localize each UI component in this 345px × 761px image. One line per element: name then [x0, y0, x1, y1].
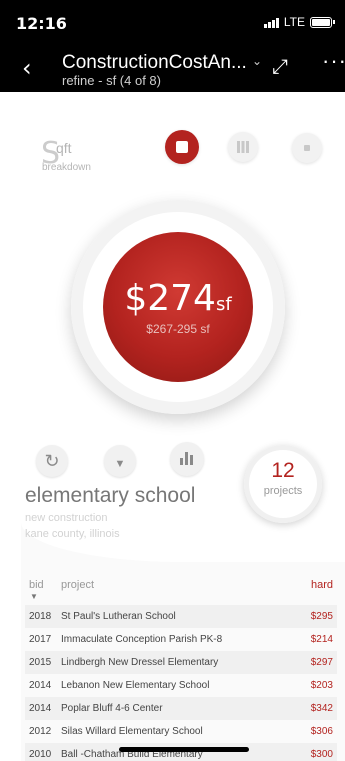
cost-price: $274	[124, 278, 216, 319]
status-time: 12:16	[16, 14, 67, 33]
logo-superscript: qft	[56, 140, 72, 156]
location: kane county, illinois	[25, 528, 120, 540]
table-row[interactable]: 2014 Lebanon New Elementary School $203	[25, 674, 337, 697]
status-bar: 12:16 LTE	[0, 0, 345, 44]
app-canvas: S qft breakdown $274sf $267-295 sf ↻ ▼ 1…	[21, 92, 345, 761]
sort-down-icon[interactable]: ▼	[30, 592, 38, 601]
expand-arrows-icon[interactable]: ⤢	[272, 54, 288, 78]
col-project[interactable]: project	[61, 579, 94, 591]
bar-chart-icon	[180, 452, 194, 465]
row-hard: $342	[310, 703, 333, 714]
report-title[interactable]: ConstructionCostAn...	[62, 52, 252, 74]
building-type: elementary school	[25, 484, 196, 507]
row-year: 2014	[29, 703, 52, 714]
row-project: Poplar Bluff 4-6 Center	[61, 703, 163, 714]
stop-square-icon	[176, 141, 188, 153]
row-year: 2018	[29, 611, 52, 622]
refresh-button[interactable]: ↻	[36, 445, 68, 477]
sqft-logo: S qft breakdown	[41, 136, 91, 173]
cost-range: $267-295 sf	[146, 322, 210, 336]
view-single-button[interactable]	[165, 130, 199, 164]
cost-gauge: $274sf $267-295 sf	[71, 200, 285, 414]
row-hard: $300	[310, 749, 333, 760]
row-year: 2012	[29, 726, 52, 737]
table-row[interactable]: 2010 Ball -Chatham Build Elementary $300	[25, 743, 337, 761]
projects-table: bid ▼ project hard 2018 St Paul's Luthera…	[25, 571, 337, 761]
network-label: LTE	[283, 15, 305, 29]
row-year: 2014	[29, 680, 52, 691]
row-hard: $203	[310, 680, 333, 691]
table-row[interactable]: 2012 Silas Willard Elementary School $306	[25, 720, 337, 743]
location-button[interactable]: ▼	[104, 445, 136, 477]
chevron-down-icon[interactable]: ⌄	[252, 54, 262, 68]
pin-icon: ▼	[114, 458, 126, 470]
logo-subtitle: breakdown	[42, 162, 91, 173]
cost-unit: sf	[215, 294, 232, 315]
row-year: 2017	[29, 634, 52, 645]
table-row[interactable]: 2018 St Paul's Lutheran School $295	[25, 605, 337, 628]
table-row[interactable]: 2015 Lindbergh New Dressel Elementary $297	[25, 651, 337, 674]
status-right: LTE	[263, 15, 335, 29]
back-chevron-icon[interactable]: ‹	[22, 54, 32, 82]
battery-tip	[333, 20, 335, 24]
row-hard: $295	[310, 611, 333, 622]
more-options-icon[interactable]: ···	[322, 48, 345, 74]
grid-icon	[237, 141, 249, 153]
row-project: Lindbergh New Dressel Elementary	[61, 657, 219, 668]
refresh-icon: ↻	[44, 451, 60, 471]
nav-bar: ‹ ConstructionCostAn... ⌄ refine - sf (4…	[0, 44, 345, 92]
dot-icon	[304, 145, 310, 151]
battery-icon	[310, 16, 332, 28]
col-hard[interactable]: hard	[311, 579, 333, 591]
row-project: Lebanon New Elementary School	[61, 680, 210, 691]
row-project: Immaculate Conception Parish PK-8	[61, 634, 223, 645]
table-header: bid ▼ project hard	[25, 571, 337, 605]
cost-disc[interactable]: $274sf $267-295 sf	[103, 232, 253, 382]
view-dot-button[interactable]	[292, 133, 322, 163]
projects-count-button[interactable]: 12 projects	[244, 445, 322, 523]
hero-panel: S qft breakdown $274sf $267-295 sf ↻ ▼ 1…	[21, 92, 345, 562]
report-subtitle: refine - sf (4 of 8)	[62, 73, 161, 88]
row-hard: $306	[310, 726, 333, 737]
chart-button[interactable]	[170, 442, 204, 476]
row-project: St Paul's Lutheran School	[61, 611, 176, 622]
row-year: 2010	[29, 749, 52, 760]
col-bid[interactable]: bid	[29, 579, 44, 591]
view-grid-button[interactable]	[228, 132, 258, 162]
signal-icon	[263, 17, 279, 28]
projects-count: 12	[271, 459, 295, 482]
table-body: 2018 St Paul's Lutheran School $295 2017 Im…	[25, 605, 337, 761]
table-row[interactable]: 2014 Poplar Bluff 4-6 Center $342	[25, 697, 337, 720]
home-indicator[interactable]	[119, 747, 249, 752]
row-hard: $214	[310, 634, 333, 645]
table-row[interactable]: 2017 Immaculate Conception Parish PK-8 $21…	[25, 628, 337, 651]
row-project: Silas Willard Elementary School	[61, 726, 203, 737]
cost-value: $274sf	[103, 278, 253, 319]
projects-label: projects	[263, 485, 303, 497]
construction-type: new construction	[25, 512, 108, 524]
row-year: 2015	[29, 657, 52, 668]
row-hard: $297	[310, 657, 333, 668]
